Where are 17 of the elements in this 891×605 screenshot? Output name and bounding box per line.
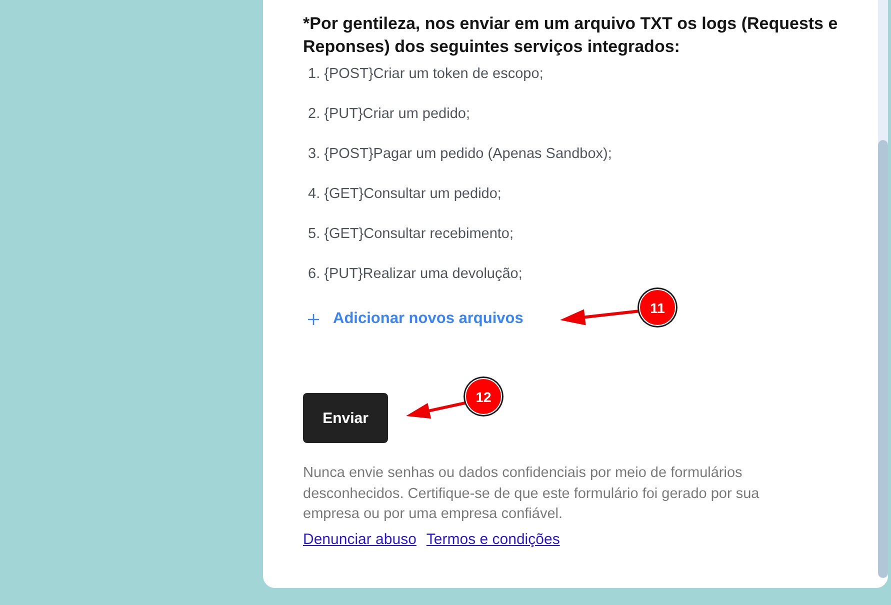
service-list-item: 6. {PUT}Realizar uma devolução; (307, 265, 524, 284)
add-files-button[interactable]: Adicionar novos arquivos (303, 308, 524, 330)
plus-icon (308, 314, 319, 324)
footer-link[interactable]: Denunciar abuso (303, 530, 416, 550)
service-list-item: 1. {POST}Criar um token de escopo; (307, 65, 544, 84)
form-heading: *Por gentileza, nos enviar em um arquivo TXT os logs (Requests e Reponses) dos seguintes serviços integrados: (303, 13, 839, 58)
service-list-item: 4. {GET}Consultar um pedido; (307, 185, 502, 204)
service-list-item: 2. {PUT}Criar um pedido; (307, 105, 471, 124)
scrollbar-thumb[interactable] (878, 140, 888, 578)
service-list-item: 3. {POST}Pagar um pedido (Apenas Sandbox); (307, 145, 612, 164)
footer-link[interactable]: Termos e condições (426, 530, 560, 550)
submit-button[interactable]: Enviar (303, 393, 388, 443)
service-list-item: 5. {GET}Consultar recebimento; (307, 225, 515, 244)
scrollbar-track[interactable] (878, 0, 888, 578)
callout-number: 12 (465, 378, 502, 415)
disclaimer-text: Nunca envie senhas ou dados confidenciais por meio de formulários desconhecidos. Certifique-se de que este formulário foi gerado por sua empresa ou por uma empresa confiável. (303, 464, 760, 524)
callout-number: 11 (639, 289, 676, 326)
